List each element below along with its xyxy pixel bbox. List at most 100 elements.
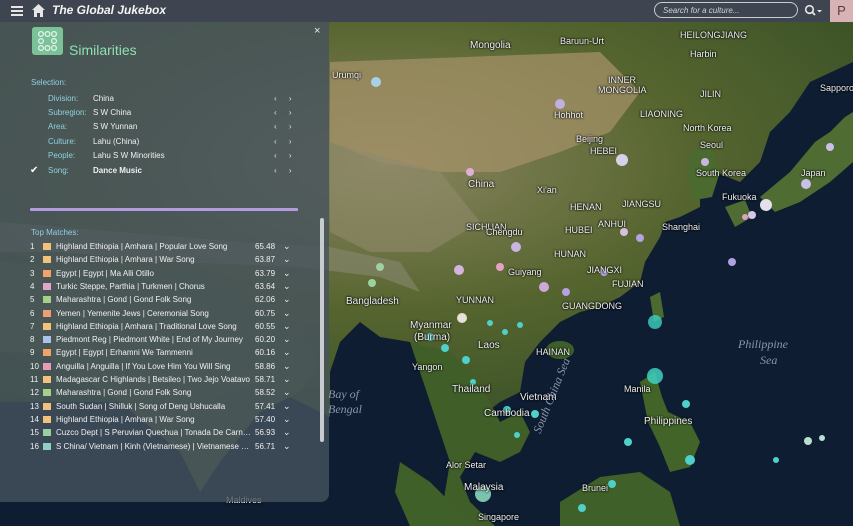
map-label: HAINAN (536, 347, 571, 357)
match-row[interactable]: 12 Maharashtra | Gond | Gond Folk Song 58.… (30, 387, 300, 401)
match-row[interactable]: 5 Maharashtra | Gond | Gond Folk Song 62.0… (30, 294, 300, 308)
match-title[interactable]: S China/ Vietnam | Kinh (Vietnamese) | V… (56, 442, 252, 451)
match-title[interactable]: Egypt | Egypt | Erhamni We Tammenni (56, 348, 252, 357)
match-title[interactable]: Anguilla | Anguilla | If You Love Him Yo… (56, 362, 252, 371)
match-title[interactable]: Highland Ethiopia | Amhara | Popular Lov… (56, 242, 252, 251)
match-color-swatch (43, 243, 51, 250)
match-title[interactable]: Piedmont Reg | Piedmont White | End of M… (56, 335, 252, 344)
match-color-swatch (43, 402, 51, 410)
map-label: LIAONING (640, 109, 684, 119)
match-row[interactable]: 7 Highland Ethiopia | Amhara | Traditiona… (30, 321, 300, 335)
match-row[interactable]: 13 South Sudan | Shilluk | Song of Deng U… (30, 401, 300, 415)
expand-chevron-icon[interactable]: ⌄ (283, 294, 291, 305)
match-color-swatch (43, 429, 51, 437)
match-row[interactable]: 1 Highland Ethiopia | Amhara | Popular Lo… (30, 241, 300, 255)
match-title[interactable]: Yemen | Yemenite Jews | Ceremonial Song (56, 309, 252, 318)
prev-next-arrows[interactable]: ‹ › (274, 151, 297, 160)
match-row[interactable]: 16 S China/ Vietnam | Kinh (Vietnamese) |… (30, 441, 300, 455)
top-bar: The Global Jukebox P (0, 0, 853, 22)
prev-next-arrows[interactable]: ‹ › (274, 122, 297, 131)
map-label: North Korea (683, 123, 732, 133)
match-row[interactable]: 8 Piedmont Reg | Piedmont White | End of … (30, 334, 300, 348)
match-color-swatch (43, 296, 51, 304)
match-title[interactable]: Highland Ethiopia | Amhara | War Song (56, 415, 252, 424)
expand-chevron-icon[interactable]: ⌄ (283, 347, 291, 358)
home-icon[interactable] (31, 3, 46, 18)
selection-row-people: People: Lahu S W Minorities ‹ › (30, 151, 300, 163)
expand-chevron-icon[interactable]: ⌄ (283, 268, 291, 279)
map-label: Alor Setar (446, 460, 487, 470)
match-score: 57.40 (255, 414, 276, 424)
matches-scrollbar[interactable] (320, 218, 324, 442)
match-score: 62.06 (255, 295, 276, 305)
close-icon[interactable]: × (314, 25, 320, 37)
match-title[interactable]: Highland Ethiopia | Amhara | Traditional… (56, 322, 252, 331)
culture-search-input[interactable] (654, 2, 798, 18)
expand-chevron-icon[interactable]: ⌄ (283, 361, 291, 372)
match-rank: 7 (30, 321, 35, 331)
match-score: 60.20 (255, 335, 276, 345)
match-title[interactable]: Maharashtra | Gond | Gond Folk Song (56, 295, 252, 304)
match-color-swatch (43, 309, 51, 317)
prev-next-arrows[interactable]: ‹ › (274, 166, 297, 175)
expand-chevron-icon[interactable]: ⌄ (283, 441, 291, 452)
match-row[interactable]: 2 Highland Ethiopia | Amhara | War Song 63… (30, 254, 300, 268)
prev-next-arrows[interactable]: ‹ › (274, 137, 297, 146)
map-label: Yangon (412, 362, 443, 372)
match-row[interactable]: 4 Turkic Steppe, Parthia | Turkmen | Chor… (30, 281, 300, 295)
match-rank: 13 (30, 401, 39, 411)
expand-chevron-icon[interactable]: ⌄ (283, 254, 291, 265)
expand-chevron-icon[interactable]: ⌄ (283, 241, 291, 252)
selection-divider (30, 208, 298, 211)
user-avatar[interactable]: P (830, 0, 853, 22)
match-title[interactable]: Turkic Steppe, Parthia | Turkmen | Choru… (56, 282, 252, 291)
match-row[interactable]: 15 Cuzco Dept | S Peruvian Quechua | Tona… (30, 427, 300, 441)
match-row[interactable]: 9 Egypt | Egypt | Erhamni We Tammenni 60.1… (30, 347, 300, 361)
match-score: 60.55 (255, 321, 276, 331)
match-title[interactable]: Highland Ethiopia | Amhara | War Song (56, 255, 252, 264)
expand-chevron-icon[interactable]: ⌄ (283, 374, 291, 385)
expand-chevron-icon[interactable]: ⌄ (283, 281, 291, 292)
expand-chevron-icon[interactable]: ⌄ (283, 387, 291, 398)
map-label: HEBEI (590, 146, 618, 156)
search-icon[interactable] (804, 4, 822, 18)
match-title[interactable]: Madagascar C Highlands | Betsileo | Two … (56, 375, 252, 384)
expand-chevron-icon[interactable]: ⌄ (283, 321, 291, 332)
match-row[interactable]: 3 Egypt | Egypt | Ma Alli Otillo 63.79 ⌄ (30, 268, 300, 282)
expand-chevron-icon[interactable]: ⌄ (283, 334, 291, 345)
expand-chevron-icon[interactable]: ⌄ (283, 308, 291, 319)
map-label: Guiyang (508, 267, 542, 277)
match-rank: 1 (30, 242, 35, 251)
hamburger-icon[interactable] (10, 4, 24, 18)
match-color-swatch (43, 322, 51, 330)
expand-chevron-icon[interactable]: ⌄ (283, 414, 291, 425)
match-score: 58.71 (255, 375, 276, 384)
match-row[interactable]: 10 Anguilla | Anguilla | If You Love Him … (30, 361, 300, 375)
prev-next-arrows[interactable]: ‹ › (274, 94, 297, 103)
map-label: MONGOLIA (598, 85, 647, 95)
match-score: 60.75 (255, 308, 276, 318)
selection-value: S W Yunnan (93, 122, 138, 131)
map-label: JILIN (700, 89, 722, 99)
match-row[interactable]: 11 Madagascar C Highlands | Betsileo | Tw… (30, 374, 300, 388)
sea-label: Bengal (328, 402, 362, 416)
match-title[interactable]: Maharashtra | Gond | Gond Folk Song (56, 388, 252, 397)
map-label: Myanmar (410, 320, 452, 331)
prev-next-arrows[interactable]: ‹ › (274, 108, 297, 117)
match-rank: 16 (30, 441, 39, 451)
match-score: 56.71 (255, 441, 276, 451)
match-title[interactable]: South Sudan | Shilluk | Song of Deng Ush… (56, 402, 252, 411)
expand-chevron-icon[interactable]: ⌄ (283, 401, 291, 412)
match-title[interactable]: Egypt | Egypt | Ma Alli Otillo (56, 269, 252, 278)
match-title[interactable]: Cuzco Dept | S Peruvian Quechua | Tonada… (56, 428, 252, 437)
app-title[interactable]: The Global Jukebox (52, 3, 166, 17)
match-row[interactable]: 6 Yemen | Yemenite Jews | Ceremonial Song… (30, 308, 300, 322)
selection-row-division: Division: China ‹ › (30, 94, 300, 106)
match-color-swatch (43, 376, 51, 383)
match-row[interactable]: 14 Highland Ethiopia | Amhara | War Song 5… (30, 414, 300, 428)
expand-chevron-icon[interactable]: ⌄ (283, 427, 291, 438)
match-color-swatch (43, 442, 51, 450)
match-rank: 2 (30, 255, 35, 265)
match-rank: 4 (30, 281, 35, 291)
map-label: Manila (624, 384, 651, 394)
